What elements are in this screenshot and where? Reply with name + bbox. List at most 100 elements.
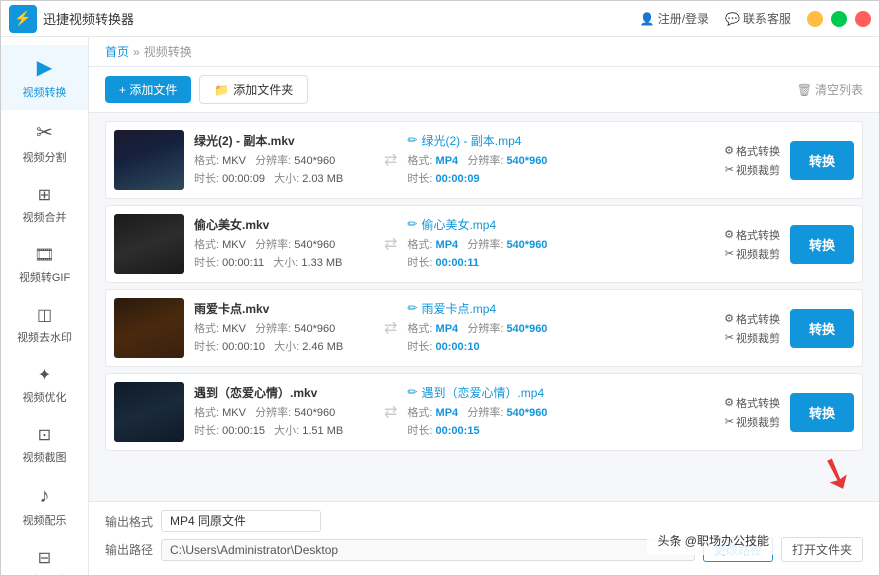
video-merge-icon: ⊞: [38, 185, 51, 205]
sidebar: ▶ 视频转换 ✂ 视频分割 ⊞ 视频合并 🎞 视频转GIF ◫ 视频去水印 ✦ …: [1, 37, 89, 575]
file-name: 雨爱卡点.mkv: [194, 300, 374, 317]
format-convert-action[interactable]: ⚙ 格式转换: [724, 395, 780, 411]
pencil-icon: ✏: [407, 217, 417, 231]
file-meta: 格式: MKV 分辨率: 540*960 时长: 00:00:09 大小: 2.…: [194, 153, 374, 188]
file-item: 遇到（恋爱心情）.mkv 格式: MKV 分辨率: 540*960 时长: 00…: [105, 373, 863, 451]
file-output-info: ✏ 绿光(2) - 副本.mp4 格式: MP4 分辨率: 540*960 时长…: [407, 132, 714, 188]
format-convert-action[interactable]: ⚙ 格式转换: [724, 143, 780, 159]
format-convert-action[interactable]: ⚙ 格式转换: [724, 311, 780, 327]
app-icon: ⚡: [9, 5, 37, 33]
app-title: 迅捷视频转换器: [43, 9, 640, 28]
settings-icon: ⚙: [724, 396, 734, 409]
file-output-info: ✏ 偷心美女.mp4 格式: MP4 分辨率: 540*960 时长: 00:0…: [407, 216, 714, 272]
sidebar-item-label: 视频分割: [23, 149, 67, 165]
sidebar-item-video-split[interactable]: ✂ 视频分割: [1, 110, 88, 175]
path-label: 输出路径: [105, 541, 153, 558]
pencil-icon: ✏: [407, 385, 417, 399]
file-meta: 格式: MKV 分辨率: 540*960 时长: 00:00:10 大小: 2.…: [194, 321, 374, 356]
video-convert-icon: ▶: [37, 55, 52, 80]
output-name: ✏ 绿光(2) - 副本.mp4: [407, 132, 714, 149]
video-cut-action[interactable]: ✂ 视频裁剪: [725, 414, 780, 430]
settings-icon: ⚙: [724, 144, 734, 157]
transfer-arrow-icon: ⇄: [384, 150, 397, 170]
add-file-button[interactable]: + 添加文件: [105, 76, 191, 103]
breadcrumb-sep: »: [133, 45, 140, 59]
sidebar-item-video-music[interactable]: ♪ 视频配乐: [1, 475, 88, 538]
file-item: 偷心美女.mkv 格式: MKV 分辨率: 540*960 时长: 00:00:…: [105, 205, 863, 283]
scissors-icon: ✂: [725, 247, 734, 260]
sidebar-item-label: 视频截图: [23, 449, 67, 465]
title-bar: ⚡ 迅捷视频转换器 👤 注册/登录 💬 联系客服: [1, 1, 879, 37]
open-folder-button[interactable]: 打开文件夹: [781, 537, 863, 562]
toolbar: + 添加文件 📁 添加文件夹 🗑 清空列表: [89, 67, 879, 113]
file-input-info: 遇到（恋爱心情）.mkv 格式: MKV 分辨率: 540*960 时长: 00…: [194, 384, 374, 440]
video-music-icon: ♪: [40, 485, 50, 508]
file-thumbnail: [114, 130, 184, 190]
output-meta: 格式: MP4 分辨率: 540*960 时长: 00:00:10: [407, 321, 714, 356]
sidebar-item-video-screenshot[interactable]: ⊡ 视频截图: [1, 415, 88, 475]
file-item: 绿光(2) - 副本.mkv 格式: MKV 分辨率: 540*960 时长: …: [105, 121, 863, 199]
bottom-bar: 输出格式 MP4 同原文件 输出路径 更改路径 打开文件夹: [89, 501, 879, 575]
file-output-info: ✏ 雨爱卡点.mp4 格式: MP4 分辨率: 540*960 时长: 00:0…: [407, 300, 714, 356]
file-name: 绿光(2) - 副本.mkv: [194, 132, 374, 149]
minimize-button[interactable]: [807, 11, 823, 27]
sidebar-item-video-optimize[interactable]: ✦ 视频优化: [1, 355, 88, 415]
output-name: ✏ 遇到（恋爱心情）.mp4: [407, 384, 714, 401]
transfer-arrow-icon: ⇄: [384, 234, 397, 254]
trash-icon: 🗑: [797, 83, 812, 97]
add-folder-button[interactable]: 📁 添加文件夹: [199, 75, 308, 104]
file-input-info: 偷心美女.mkv 格式: MKV 分辨率: 540*960 时长: 00:00:…: [194, 216, 374, 272]
file-input-info: 雨爱卡点.mkv 格式: MKV 分辨率: 540*960 时长: 00:00:…: [194, 300, 374, 356]
file-input-info: 绿光(2) - 副本.mkv 格式: MKV 分辨率: 540*960 时长: …: [194, 132, 374, 188]
convert-button[interactable]: 转换: [790, 309, 854, 348]
customer-service-btn[interactable]: 💬 联系客服: [725, 10, 791, 27]
close-button[interactable]: [855, 11, 871, 27]
video-cut-action[interactable]: ✂ 视频裁剪: [725, 246, 780, 262]
sidebar-item-video-gif[interactable]: 🎞 视频转GIF: [1, 235, 88, 295]
convert-button[interactable]: 转换: [790, 393, 854, 432]
sidebar-item-remove-watermark[interactable]: ◫ 视频去水印: [1, 295, 88, 355]
clear-list-button[interactable]: 🗑 清空列表: [797, 81, 863, 98]
output-meta: 格式: MP4 分辨率: 540*960 时长: 00:00:11: [407, 237, 714, 272]
title-bar-actions: 👤 注册/登录 💬 联系客服: [640, 10, 791, 27]
video-compress-icon: ⊟: [38, 548, 51, 568]
sidebar-item-video-compress[interactable]: ⊟ 视频压缩: [1, 538, 88, 575]
file-item: 雨爱卡点.mkv 格式: MKV 分辨率: 540*960 时长: 00:00:…: [105, 289, 863, 367]
maximize-button[interactable]: [831, 11, 847, 27]
sidebar-item-label: 视频去水印: [17, 329, 72, 345]
format-convert-action[interactable]: ⚙ 格式转换: [724, 227, 780, 243]
convert-button[interactable]: 转换: [790, 225, 854, 264]
output-name: ✏ 雨爱卡点.mp4: [407, 300, 714, 317]
scissors-icon: ✂: [725, 163, 734, 176]
sidebar-item-label: 视频压缩: [23, 572, 67, 575]
scissors-icon: ✂: [725, 415, 734, 428]
convert-button[interactable]: 转换: [790, 141, 854, 180]
sidebar-item-video-merge[interactable]: ⊞ 视频合并: [1, 175, 88, 235]
format-label: 输出格式: [105, 513, 153, 530]
path-input[interactable]: [161, 539, 695, 561]
sidebar-item-video-convert[interactable]: ▶ 视频转换: [1, 45, 88, 110]
transfer-arrow-icon: ⇄: [384, 318, 397, 338]
output-meta: 格式: MP4 分辨率: 540*960 时长: 00:00:15: [407, 405, 714, 440]
file-thumbnail: [114, 214, 184, 274]
video-cut-action[interactable]: ✂ 视频裁剪: [725, 162, 780, 178]
video-optimize-icon: ✦: [38, 365, 51, 385]
format-select[interactable]: MP4 同原文件: [161, 510, 321, 532]
sidebar-item-label: 视频配乐: [23, 512, 67, 528]
file-name: 遇到（恋爱心情）.mkv: [194, 384, 374, 401]
file-name: 偷心美女.mkv: [194, 216, 374, 233]
file-thumbnail: [114, 298, 184, 358]
breadcrumb-home[interactable]: 首页: [105, 43, 129, 60]
register-login-btn[interactable]: 👤 注册/登录: [640, 10, 709, 27]
pencil-icon: ✏: [407, 301, 417, 315]
sidebar-item-label: 视频合并: [23, 209, 67, 225]
user-icon: 👤: [640, 12, 655, 26]
file-meta: 格式: MKV 分辨率: 540*960 时长: 00:00:11 大小: 1.…: [194, 237, 374, 272]
file-actions: ⚙ 格式转换 ✂ 视频裁剪: [724, 311, 780, 346]
change-path-button[interactable]: 更改路径: [703, 537, 773, 562]
sidebar-item-label: 视频转换: [23, 84, 67, 100]
output-name: ✏ 偷心美女.mp4: [407, 216, 714, 233]
sidebar-item-label: 视频转GIF: [19, 269, 70, 285]
video-gif-icon: 🎞: [34, 245, 54, 265]
video-cut-action[interactable]: ✂ 视频裁剪: [725, 330, 780, 346]
